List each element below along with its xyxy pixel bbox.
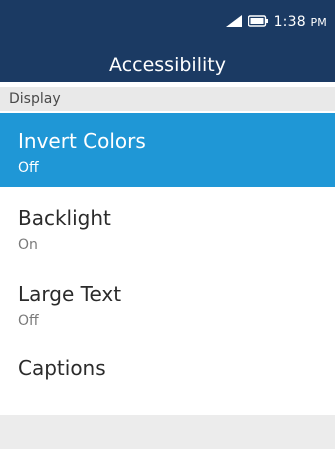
item-label: Invert Colors: [18, 129, 146, 153]
page-title: Accessibility: [109, 54, 226, 76]
battery-icon: [247, 14, 268, 31]
item-value: Off: [18, 313, 39, 329]
list-item-invert-colors[interactable]: Invert Colors Off: [0, 113, 335, 187]
item-label: Large Text: [18, 282, 122, 306]
softkey-bar: [0, 415, 335, 449]
app-header: 1:38 PM Accessibility: [0, 0, 335, 82]
list-item-large-text[interactable]: Large Text Off: [0, 266, 335, 340]
item-label: Captions: [18, 356, 106, 380]
signal-icon: [225, 14, 242, 31]
list-item-backlight[interactable]: Backlight On: [0, 190, 335, 264]
section-header-display: Display: [0, 87, 335, 111]
section-label: Display: [9, 91, 61, 107]
list-item-captions[interactable]: Captions: [0, 340, 335, 414]
item-value: On: [18, 237, 38, 253]
status-time: 1:38 PM: [273, 14, 327, 30]
item-label: Backlight: [18, 206, 111, 230]
status-bar: 1:38 PM: [225, 14, 327, 31]
item-value: Off: [18, 160, 39, 176]
